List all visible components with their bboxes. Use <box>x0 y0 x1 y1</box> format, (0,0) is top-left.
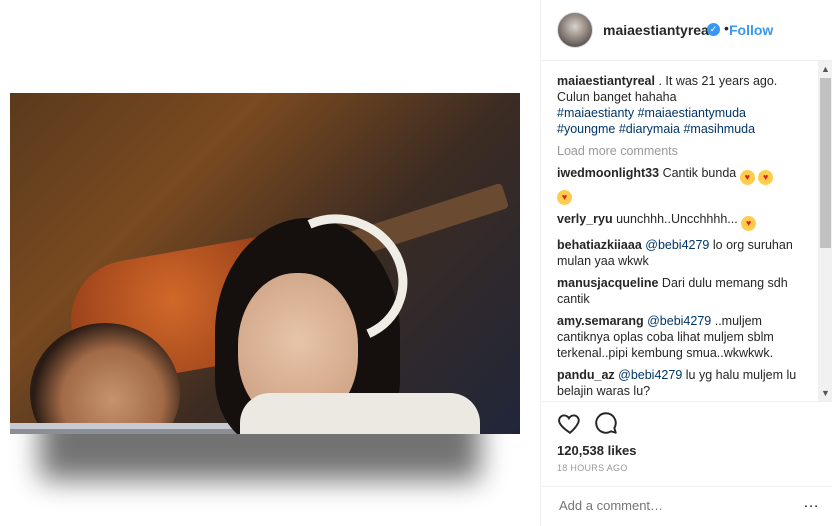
comment-item: verly_ryu uunchhh..Uncchhhh... ♥ <box>557 211 807 231</box>
divider <box>541 486 832 487</box>
comment-username[interactable]: pandu_az <box>557 368 615 382</box>
post-photo[interactable] <box>10 93 520 434</box>
scroll-thumb[interactable] <box>820 78 831 248</box>
caption-username[interactable]: maiaestiantyreal <box>557 74 655 88</box>
add-comment-input[interactable] <box>557 497 797 514</box>
hashtag[interactable]: #maiaestiantymuda <box>638 106 746 120</box>
comment-item: iwedmoonlight33 Cantik bunda ♥ ♥ ♥ <box>557 165 807 205</box>
more-options-icon[interactable]: … <box>803 494 819 512</box>
verified-badge-icon: ✓ <box>707 23 720 36</box>
comment-username[interactable]: iwedmoonlight33 <box>557 166 659 180</box>
comment-item: pandu_az @bebi4279 lu yg halu muljem lu … <box>557 367 807 399</box>
comments-list[interactable]: maiaestiantyreal . It was 21 years ago. … <box>541 61 817 401</box>
heart-icon[interactable] <box>557 410 583 436</box>
avatar[interactable] <box>557 12 593 48</box>
comment-mention[interactable]: @bebi4279 <box>647 314 711 328</box>
comment-username[interactable]: manusjacqueline <box>557 276 658 290</box>
comment-username[interactable]: amy.semarang <box>557 314 644 328</box>
hashtag[interactable]: #maiaestianty <box>557 106 634 120</box>
scroll-down-arrow-icon[interactable]: ▼ <box>818 385 832 401</box>
hashtag[interactable]: #youngme <box>557 122 615 136</box>
comment-item: behatiazkiiaaa @bebi4279 lo org suruhan … <box>557 237 807 269</box>
comment-icon[interactable] <box>593 410 619 436</box>
post-timestamp: 18 HOURS AGO <box>557 463 628 473</box>
load-more-comments-button[interactable]: Load more comments <box>557 143 817 159</box>
wink-emoji-icon: ♥ <box>741 216 757 231</box>
post-header: maiaestiantyreal ✓ • Follow <box>541 0 832 61</box>
post-side-panel: maiaestiantyreal ✓ • Follow maiaestianty… <box>540 0 832 526</box>
hashtag[interactable]: #diarymaia <box>619 122 680 136</box>
heart-eyes-emoji-icon: ♥ <box>557 190 572 205</box>
scroll-up-arrow-icon[interactable]: ▲ <box>818 61 832 77</box>
comment-username[interactable]: behatiazkiiaaa <box>557 238 642 252</box>
caption: maiaestiantyreal . It was 21 years ago. … <box>557 73 807 137</box>
comment-username[interactable]: verly_ryu <box>557 212 613 226</box>
comment-text: uunchhh..Uncchhhh... <box>616 212 738 226</box>
comment-item: amy.semarang @bebi4279 ..muljem cantikny… <box>557 313 807 361</box>
divider <box>541 401 832 402</box>
comment-item: manusjacqueline Dari dulu memang sdh can… <box>557 275 807 307</box>
header-username[interactable]: maiaestiantyreal <box>603 22 713 38</box>
woman-top <box>240 393 480 434</box>
hashtag[interactable]: #masihmuda <box>683 122 755 136</box>
comment-mention[interactable]: @bebi4279 <box>618 368 682 382</box>
heart-eyes-emoji-icon: ♥ <box>758 170 774 185</box>
likes-count[interactable]: 120,538 likes <box>557 443 637 458</box>
man-shirt <box>10 423 240 434</box>
comments-scrollbar[interactable]: ▲ ▼ <box>818 61 832 401</box>
comment-text: Cantik bunda <box>662 166 737 180</box>
post-photo-area <box>0 0 540 526</box>
follow-button[interactable]: Follow <box>729 22 773 38</box>
heart-eyes-emoji-icon: ♥ <box>739 170 755 185</box>
comment-mention[interactable]: @bebi4279 <box>645 238 709 252</box>
